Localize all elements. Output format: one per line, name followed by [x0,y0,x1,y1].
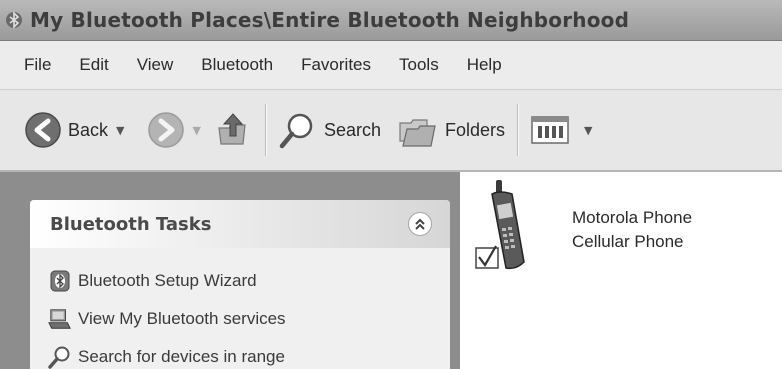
back-arrow-icon [25,112,61,148]
device-list-pane: Motorola Phone Cellular Phone [460,172,782,369]
menu-help[interactable]: Help [453,41,516,89]
collapse-chevron-icon[interactable] [408,212,432,236]
menu-bluetooth[interactable]: Bluetooth [187,41,287,89]
task-bluetooth-setup-wizard[interactable]: Bluetooth Setup Wizard [30,262,450,300]
task-pane: Bluetooth Tasks Bluetooth Setup Wizard V… [0,172,460,369]
up-button[interactable] [207,102,259,158]
up-folder-icon [218,113,246,145]
task-label: Search for devices in range [78,347,285,366]
views-icon [531,116,569,144]
back-dropdown-icon[interactable]: ▼ [116,124,124,137]
task-view-services[interactable]: View My Bluetooth services [30,300,450,338]
title-bar: My Bluetooth Places\Entire Bluetooth Nei… [0,0,782,41]
back-button[interactable]: Back ▼ [18,102,131,158]
forward-arrow-icon [147,112,184,148]
device-name: Motorola Phone [572,208,693,227]
menu-edit[interactable]: Edit [65,41,122,89]
task-label: View My Bluetooth services [78,309,286,328]
task-search-devices[interactable]: Search for devices in range [30,338,450,369]
toolbar-separator [264,104,266,156]
bluetooth-places-icon [6,11,22,29]
forward-button[interactable]: ▼ [141,102,207,158]
menu-file[interactable]: File [0,41,65,89]
task-panel-header[interactable]: Bluetooth Tasks [30,200,450,248]
device-label: Motorola Phone Cellular Phone [572,206,692,254]
search-icon [48,345,72,369]
task-panel-title: Bluetooth Tasks [50,213,212,235]
menu-view[interactable]: View [123,41,188,89]
bluetooth-wizard-icon [48,269,72,293]
forward-dropdown-icon[interactable]: ▼ [193,124,201,137]
folders-icon [399,119,436,147]
task-list: Bluetooth Setup Wizard View My Bluetooth… [30,248,450,369]
folders-button[interactable]: Folders [391,102,511,158]
window-title: My Bluetooth Places\Entire Bluetooth Nei… [30,8,630,32]
toolbar-separator [517,104,519,156]
search-button[interactable]: Search [272,102,387,158]
toolbar: Back ▼ ▼ Search Folders ▼ [0,90,782,172]
menu-favorites[interactable]: Favorites [287,41,385,89]
bluetooth-tasks-panel: Bluetooth Tasks Bluetooth Setup Wizard V… [30,200,450,369]
views-button[interactable]: ▼ [524,102,598,158]
magnifier-icon [279,113,313,149]
folders-label: Folders [445,119,506,140]
views-dropdown-icon[interactable]: ▼ [584,124,592,137]
task-label: Bluetooth Setup Wizard [78,271,257,290]
menu-bar: File Edit View Bluetooth Favorites Tools… [0,41,782,90]
search-label: Search [323,119,382,140]
device-type: Cellular Phone [572,232,684,251]
back-label: Back [68,119,109,140]
device-item-motorola-phone[interactable]: Motorola Phone Cellular Phone [466,176,766,286]
menu-tools[interactable]: Tools [385,41,453,89]
cellular-phone-icon [475,180,525,270]
computer-services-icon [48,307,72,331]
